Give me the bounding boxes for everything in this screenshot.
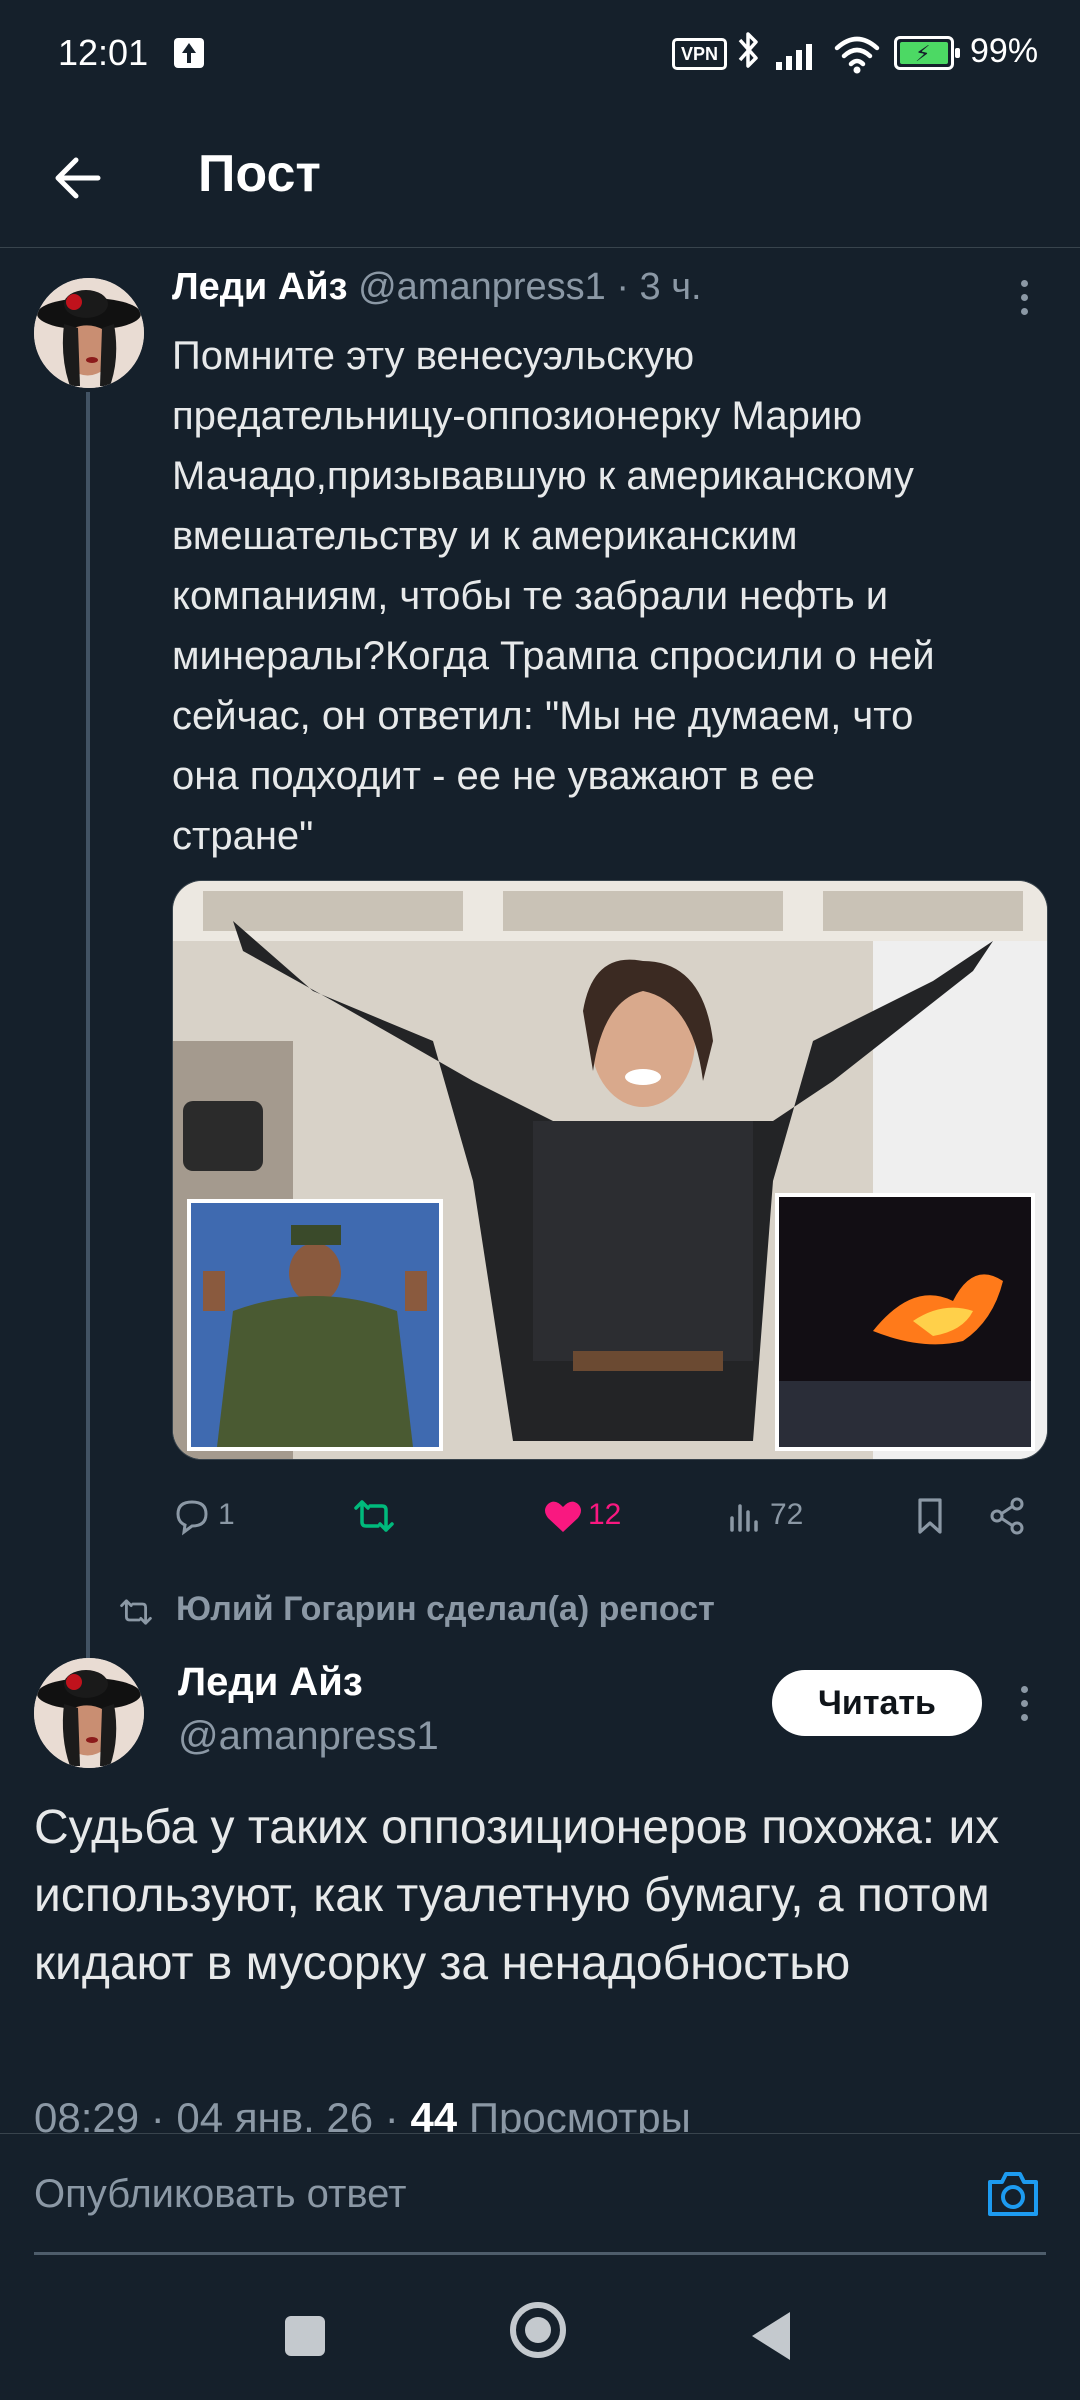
repost-text: Юлий Гогарин сделал(а) репост [176, 1590, 715, 1628]
reply-input-underline [34, 2252, 1046, 2255]
heart-icon [545, 1501, 581, 1532]
retweet-icon [354, 1500, 394, 1532]
author-handle[interactable]: @amanpress1 [178, 1714, 439, 1759]
top-app-bar: Пост [0, 110, 1080, 248]
vpn-icon: VPN [672, 38, 728, 70]
tweet-timestamp: 08:29 · 04 янв. 26 · [34, 2094, 411, 2134]
follow-button[interactable]: Читать [772, 1670, 982, 1736]
upload-icon [174, 38, 204, 68]
views-label: Просмотры [457, 2094, 691, 2134]
thread-connector-line [86, 392, 90, 1660]
status-bar: 12:01 VPN ⚡ 99% [0, 0, 1080, 110]
charging-bolt-icon: ⚡ [915, 41, 931, 66]
more-options-icon[interactable] [1018, 276, 1030, 320]
tweet-media-image[interactable] [172, 880, 1048, 1460]
battery-percent: 99% [970, 32, 1039, 70]
reply-count: 1 [218, 1498, 235, 1531]
back-triangle-icon[interactable] [752, 2312, 790, 2360]
views-chart-icon [730, 1504, 758, 1532]
tweet-time-ago: · 3 ч. [616, 266, 702, 308]
system-nav-bar [0, 2258, 1080, 2400]
like-count: 12 [588, 1498, 622, 1531]
author-name[interactable]: Леди Айз [178, 1660, 363, 1705]
camera-icon[interactable] [984, 2168, 1042, 2220]
page-title: Пост [198, 145, 321, 203]
tweet-header: Леди Айз @amanpress1 · 3 ч. [172, 266, 702, 309]
signal-icon [776, 40, 820, 70]
tweet-text: Судьба у таких оппозиционеров похожа: их… [34, 1801, 1000, 1990]
battery-icon: ⚡ [894, 36, 960, 70]
avatar[interactable] [34, 278, 144, 388]
bookmark-icon [918, 1498, 942, 1534]
more-options-icon[interactable] [1018, 1682, 1030, 1726]
author-handle[interactable]: @amanpress1 [358, 266, 606, 308]
share-icon [990, 1497, 1024, 1535]
recents-square-icon[interactable] [285, 2316, 325, 2356]
reply-composer: Опубликовать ответ [0, 2133, 1080, 2255]
retweet-icon [120, 1599, 152, 1625]
views-count: 72 [770, 1498, 804, 1531]
reply-icon [176, 1500, 208, 1536]
tweet-text: Помните эту венесуэльскую предательницу-… [172, 334, 935, 858]
views-count: 44 [410, 2094, 458, 2134]
status-time: 12:01 [58, 32, 149, 73]
tweet-meta: 08:29 · 04 янв. 26 · 44 Просмотры [34, 2090, 1044, 2134]
author-name[interactable]: Леди Айз [172, 266, 348, 308]
reply-input[interactable]: Опубликовать ответ [34, 2164, 954, 2224]
arrow-left-icon[interactable] [48, 148, 108, 208]
wifi-icon [834, 34, 880, 74]
tweet-actions-bar: 1 12 72 [172, 1480, 1052, 1550]
avatar[interactable] [34, 1658, 144, 1768]
home-circle-icon[interactable] [510, 2302, 566, 2358]
bluetooth-icon [736, 30, 762, 79]
